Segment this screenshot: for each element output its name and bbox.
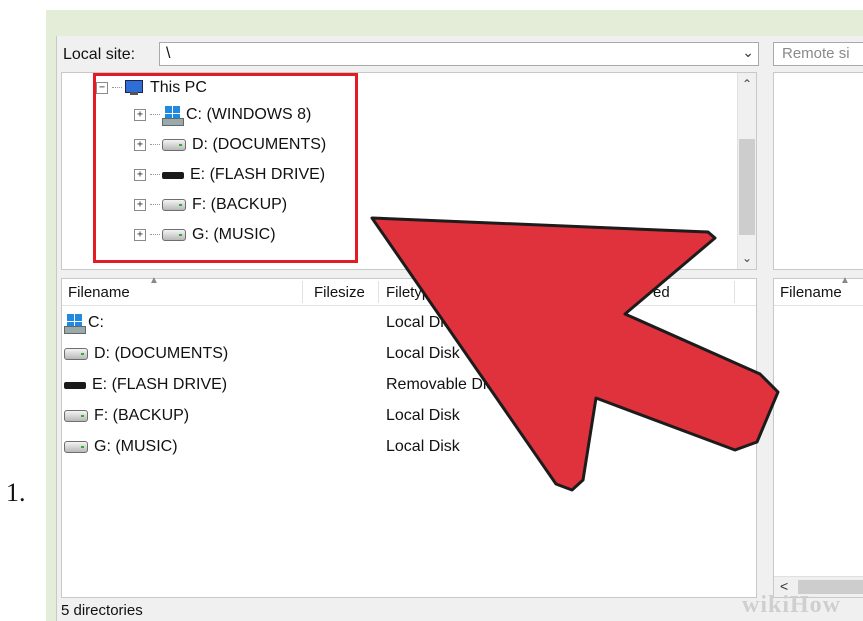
pointer-arrow-icon	[370, 216, 780, 492]
wikihow-watermark: wikiHow	[742, 592, 842, 618]
